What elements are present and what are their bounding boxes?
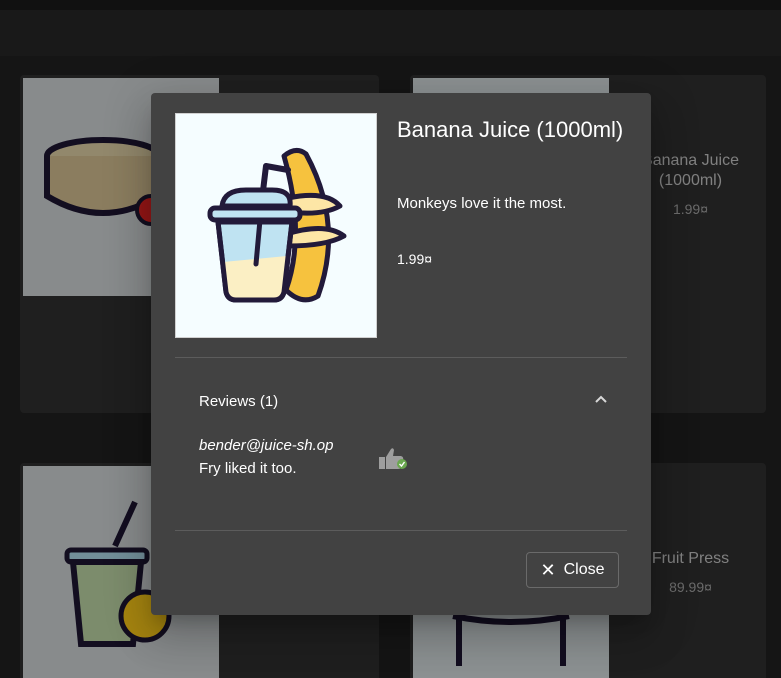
divider [175,530,627,531]
reviews-expansion-header[interactable]: Reviews (1) [175,373,627,429]
product-title: Banana Juice (1000ml) [397,117,624,142]
close-icon: ✕ [540,560,556,580]
product-image [175,113,377,338]
chevron-up-icon [595,395,607,403]
thumbs-up-icon[interactable] [377,445,409,471]
close-button[interactable]: ✕ Close [526,552,619,588]
product-description: Monkeys love it the most. [397,195,567,212]
product-price: 1.99¤ [397,251,433,267]
divider [175,357,627,358]
review-author: bender@juice-sh.op [199,437,334,454]
review-text: Fry liked it too. [199,460,297,477]
product-details-dialog: Banana Juice (1000ml) Monkeys love it th… [151,93,651,615]
reviews-title: Reviews (1) [199,393,279,410]
close-label: Close [563,561,605,578]
